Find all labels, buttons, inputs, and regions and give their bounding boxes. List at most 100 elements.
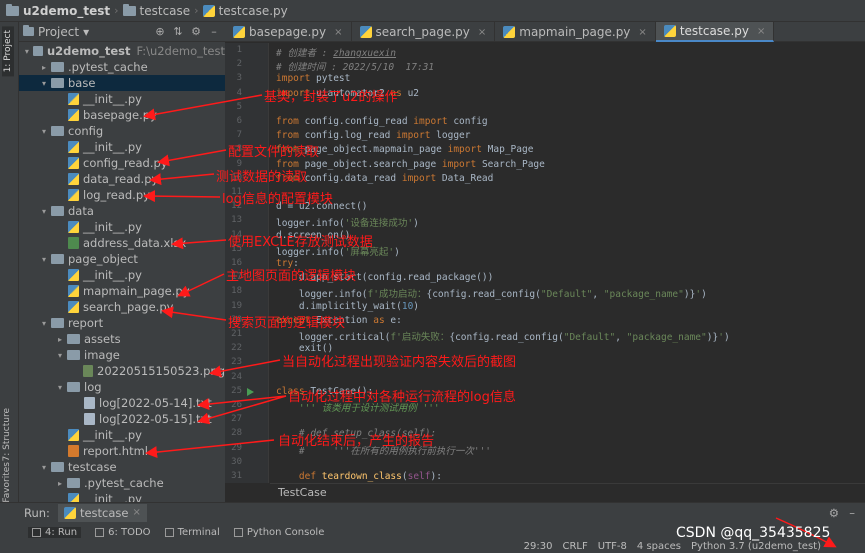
tool-window-button[interactable]: 4: Run bbox=[28, 526, 82, 538]
tree-item[interactable]: ▾ base bbox=[19, 75, 225, 91]
tree-item[interactable]: config_read.py bbox=[19, 155, 225, 171]
tree-item[interactable]: ▾ u2demo_test F:\u2demo_test bbox=[19, 43, 225, 59]
editor-tab[interactable]: testcase.py × bbox=[655, 22, 775, 42]
python-file-icon bbox=[663, 25, 676, 37]
code-line[interactable]: from config.log_read import logger bbox=[276, 130, 471, 141]
code-line[interactable]: from page_object.search_page import Sear… bbox=[276, 159, 545, 170]
python-interpreter[interactable]: Python 3.7 (u2demo_test) bbox=[691, 541, 821, 552]
tree-item[interactable]: 20220515150523.png bbox=[19, 363, 225, 379]
tree-item[interactable]: log[2022-05-14].txt bbox=[19, 395, 225, 411]
tree-item[interactable]: __init__.py bbox=[19, 91, 225, 107]
tree-item[interactable]: ▸ .pytest_cache bbox=[19, 59, 225, 75]
tree-item[interactable]: report.html bbox=[19, 443, 225, 459]
tree-item[interactable]: log[2022-05-15].txt bbox=[19, 411, 225, 427]
tree-item[interactable]: __init__.py bbox=[19, 491, 225, 502]
tree-item[interactable]: __init__.py bbox=[19, 219, 225, 235]
gear-icon[interactable]: ⚙ bbox=[189, 25, 203, 38]
tree-item[interactable]: ▸ assets bbox=[19, 331, 225, 347]
chevron-down-icon[interactable]: ▾ bbox=[39, 319, 49, 328]
tree-item[interactable]: ▾ data bbox=[19, 203, 225, 219]
chevron-down-icon[interactable]: ▾ bbox=[39, 255, 49, 264]
chevron-down-icon[interactable]: ▾ bbox=[39, 127, 49, 136]
folder-icon bbox=[67, 478, 80, 488]
indent-setting[interactable]: 4 spaces bbox=[637, 541, 681, 552]
folder-icon bbox=[122, 3, 136, 16]
code-line[interactable]: def teardown_class(self): bbox=[276, 471, 442, 482]
py-file-icon bbox=[68, 109, 79, 121]
breadcrumb-project[interactable]: u2demo_test bbox=[6, 3, 110, 18]
html-file-icon bbox=[68, 445, 79, 457]
code-line[interactable]: import pytest bbox=[276, 73, 350, 84]
tree-item[interactable]: ▾ report bbox=[19, 315, 225, 331]
tool-window-button[interactable]: Python Console bbox=[233, 527, 324, 538]
code-line[interactable]: from config.data_read import Data_Read bbox=[276, 173, 493, 184]
run-config-tab[interactable]: testcase × bbox=[57, 503, 147, 522]
tree-item[interactable]: ▾ page_object bbox=[19, 251, 225, 267]
code-line[interactable]: # 创建者 : zhangxuexin bbox=[276, 45, 396, 59]
chevron-right-icon[interactable]: ▸ bbox=[39, 63, 49, 72]
chevron-down-icon[interactable]: ▾ bbox=[39, 207, 49, 216]
code-line[interactable]: logger.info('设备连接成功') bbox=[276, 215, 419, 229]
chevron-down-icon[interactable]: ▾ bbox=[39, 79, 49, 88]
close-icon[interactable]: × bbox=[478, 27, 486, 38]
close-icon[interactable]: × bbox=[132, 507, 140, 518]
chevron-right-icon[interactable]: ▸ bbox=[55, 479, 65, 488]
chevron-down-icon[interactable]: ▾ bbox=[23, 47, 31, 56]
minimize-icon[interactable]: – bbox=[849, 506, 855, 520]
close-icon[interactable]: × bbox=[334, 27, 342, 38]
code-line[interactable]: logger.info(f'成功启动：{config.read_config("… bbox=[276, 286, 707, 300]
code-line[interactable]: d.implicitly_wait(10) bbox=[276, 301, 419, 312]
editor-tabs: basepage.py × search_page.py × mapmain_page.… bbox=[225, 22, 865, 42]
folder-icon bbox=[51, 462, 64, 472]
project-tool-tab[interactable]: 1: Project bbox=[2, 26, 14, 77]
line-number: 28 bbox=[231, 428, 242, 439]
file-encoding[interactable]: UTF-8 bbox=[598, 541, 627, 552]
run-gutter-icon[interactable] bbox=[247, 387, 254, 396]
gear-icon[interactable]: ⚙ bbox=[829, 506, 839, 520]
breadcrumb-folder[interactable]: testcase bbox=[122, 3, 190, 18]
tool-window-button[interactable]: 6: TODO bbox=[95, 527, 151, 538]
code-line[interactable]: from config.config_read import config bbox=[276, 116, 488, 127]
code-editor[interactable]: # 创建者 : zhangxuexin # 创建时间 : 2022/5/10 17… bbox=[270, 43, 865, 483]
tree-item[interactable]: data_read.py bbox=[19, 171, 225, 187]
tree-item[interactable]: ▾ log bbox=[19, 379, 225, 395]
locate-icon[interactable]: ⊕ bbox=[153, 25, 167, 38]
code-line[interactable]: logger.critical(f'启动失败：{config.read_conf… bbox=[276, 329, 730, 343]
project-view-selector[interactable]: Project bbox=[38, 25, 79, 39]
tree-item[interactable]: __init__.py bbox=[19, 267, 225, 283]
chevron-down-icon[interactable]: ▾ bbox=[39, 463, 49, 472]
tree-item[interactable]: __init__.py bbox=[19, 139, 225, 155]
code-line[interactable]: # 创建时间 : 2022/5/10 17:31 bbox=[276, 59, 434, 73]
tree-item[interactable]: address_data.xlsx bbox=[19, 235, 225, 251]
tree-item[interactable]: ▾ config bbox=[19, 123, 225, 139]
tree-item[interactable]: mapmain_page.py bbox=[19, 283, 225, 299]
tree-item[interactable]: ▸ .pytest_cache bbox=[19, 475, 225, 491]
txt-file-icon bbox=[84, 397, 95, 409]
annotation-mapmain-page: 主地图页面的逻辑模块 bbox=[226, 269, 357, 284]
editor-tab[interactable]: basepage.py × bbox=[225, 22, 352, 42]
tree-item[interactable]: ▾ image bbox=[19, 347, 225, 363]
breadcrumb-file[interactable]: testcase.py bbox=[202, 4, 288, 18]
line-separator[interactable]: CRLF bbox=[562, 541, 587, 552]
tree-item[interactable]: log_read.py bbox=[19, 187, 225, 203]
chevron-down-icon[interactable]: ▾ bbox=[83, 25, 89, 39]
collapse-icon[interactable]: ⇅ bbox=[171, 25, 185, 38]
folder-icon bbox=[67, 334, 80, 344]
editor-breadcrumb[interactable]: TestCase bbox=[270, 483, 865, 501]
chevron-right-icon[interactable]: ▸ bbox=[55, 335, 65, 344]
editor-tab[interactable]: mapmain_page.py × bbox=[495, 22, 656, 42]
chevron-down-icon[interactable]: ▾ bbox=[55, 383, 65, 392]
hide-icon[interactable]: – bbox=[207, 25, 221, 38]
chevron-down-icon[interactable]: ▾ bbox=[55, 351, 65, 360]
tool-window-button[interactable]: Terminal bbox=[164, 527, 220, 538]
structure-tool-tab[interactable]: 7: Structure bbox=[2, 408, 12, 462]
caret-position[interactable]: 29:30 bbox=[524, 541, 553, 552]
tree-item[interactable]: __init__.py bbox=[19, 427, 225, 443]
close-icon[interactable]: × bbox=[757, 26, 765, 37]
close-icon[interactable]: × bbox=[638, 27, 646, 38]
tree-item[interactable]: basepage.py bbox=[19, 107, 225, 123]
tree-item[interactable]: ▾ testcase bbox=[19, 459, 225, 475]
tree-item[interactable]: search_page.py bbox=[19, 299, 225, 315]
project-panel: Project ▾ ⊕ ⇅ ⚙ – ▾ u2demo_test F:\u2demo_… bbox=[19, 22, 225, 502]
editor-tab[interactable]: search_page.py × bbox=[352, 22, 496, 42]
